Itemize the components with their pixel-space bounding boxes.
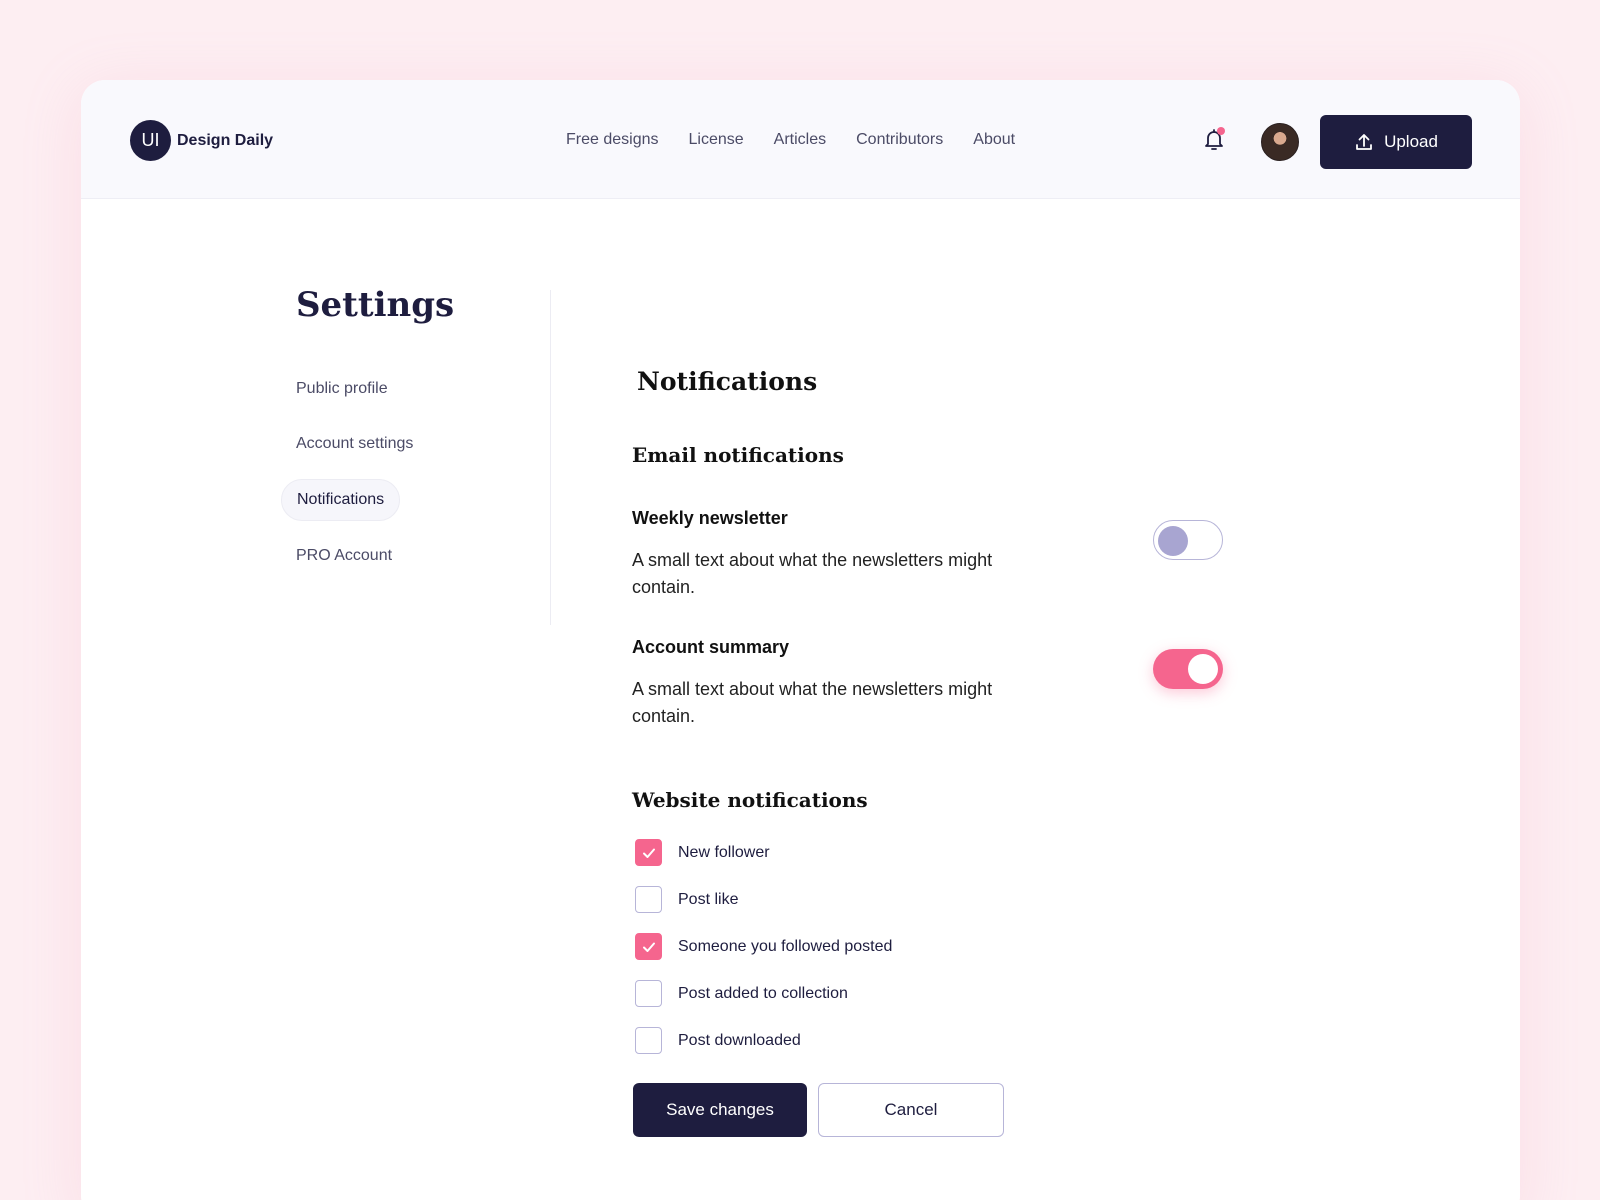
checkbox-label: Post downloaded bbox=[678, 1031, 801, 1049]
sidebar-divider bbox=[550, 290, 551, 625]
save-button[interactable]: Save changes bbox=[633, 1083, 807, 1137]
checkmark-icon bbox=[642, 942, 655, 952]
nav-license[interactable]: License bbox=[689, 131, 744, 149]
website-notifications-list: New follower Post like Someone you follo… bbox=[635, 839, 892, 1074]
checkbox-new-follower[interactable] bbox=[635, 839, 662, 866]
account-summary-toggle[interactable] bbox=[1153, 649, 1223, 689]
weekly-newsletter-toggle[interactable] bbox=[1153, 520, 1223, 560]
avatar[interactable] bbox=[1261, 123, 1299, 161]
settings-sidenav: Public profile Account settings Notifica… bbox=[281, 369, 481, 591]
checkbox-label: Someone you followed posted bbox=[678, 937, 893, 955]
nav-free-designs[interactable]: Free designs bbox=[566, 131, 659, 149]
checkbox-label: Post added to collection bbox=[678, 984, 848, 1002]
weekly-newsletter-title: Weekly newsletter bbox=[632, 508, 788, 528]
logo[interactable]: UI Design Daily bbox=[130, 120, 273, 161]
sidebar-item-public-profile[interactable]: Public profile bbox=[281, 369, 403, 409]
cancel-button[interactable]: Cancel bbox=[818, 1083, 1004, 1137]
settings-card: UI Design Daily Free designs License Art… bbox=[81, 80, 1520, 1200]
nav-contributors[interactable]: Contributors bbox=[856, 131, 943, 149]
main-nav: Free designs License Articles Contributo… bbox=[566, 80, 1045, 199]
notification-dot bbox=[1217, 127, 1225, 135]
checkbox-row[interactable]: New follower bbox=[635, 839, 892, 866]
checkbox-post-like[interactable] bbox=[635, 886, 662, 913]
logo-badge: UI bbox=[130, 120, 171, 161]
checkbox-row[interactable]: Post added to collection bbox=[635, 980, 892, 1007]
toggle-knob bbox=[1188, 654, 1218, 684]
account-summary-title: Account summary bbox=[632, 637, 790, 657]
checkbox-row[interactable]: Someone you followed posted bbox=[635, 933, 892, 960]
nav-about[interactable]: About bbox=[973, 131, 1015, 149]
checkbox-label: New follower bbox=[678, 843, 770, 861]
logo-text: Design Daily bbox=[177, 131, 274, 149]
upload-label: Upload bbox=[1384, 132, 1438, 151]
checkbox-post-added-to-collection[interactable] bbox=[635, 980, 662, 1007]
checkmark-icon bbox=[642, 848, 655, 858]
upload-icon bbox=[1356, 134, 1372, 150]
top-header: UI Design Daily Free designs License Art… bbox=[81, 80, 1520, 199]
checkbox-row[interactable]: Post like bbox=[635, 886, 892, 913]
checkbox-post-downloaded[interactable] bbox=[635, 1027, 662, 1054]
upload-button[interactable]: Upload bbox=[1320, 115, 1472, 169]
checkbox-someone-followed-posted[interactable] bbox=[635, 933, 662, 960]
nav-articles[interactable]: Articles bbox=[774, 131, 826, 149]
bell-icon[interactable] bbox=[1199, 124, 1229, 154]
page-title: Settings bbox=[296, 285, 455, 325]
email-notifications-heading: Email notifications bbox=[632, 443, 844, 467]
account-summary-description: A small text about what the newsletters … bbox=[632, 679, 993, 726]
sidebar-item-notifications[interactable]: Notifications bbox=[281, 479, 401, 521]
checkbox-row[interactable]: Post downloaded bbox=[635, 1027, 892, 1054]
checkbox-label: Post like bbox=[678, 890, 739, 908]
section-title: Notifications bbox=[637, 367, 818, 396]
sidebar-item-account-settings[interactable]: Account settings bbox=[281, 424, 428, 464]
toggle-knob bbox=[1158, 526, 1188, 556]
website-notifications-heading: Website notifications bbox=[632, 788, 868, 812]
sidebar-item-pro-account[interactable]: PRO Account bbox=[281, 536, 407, 576]
weekly-newsletter-description: A small text about what the newsletters … bbox=[632, 550, 993, 597]
